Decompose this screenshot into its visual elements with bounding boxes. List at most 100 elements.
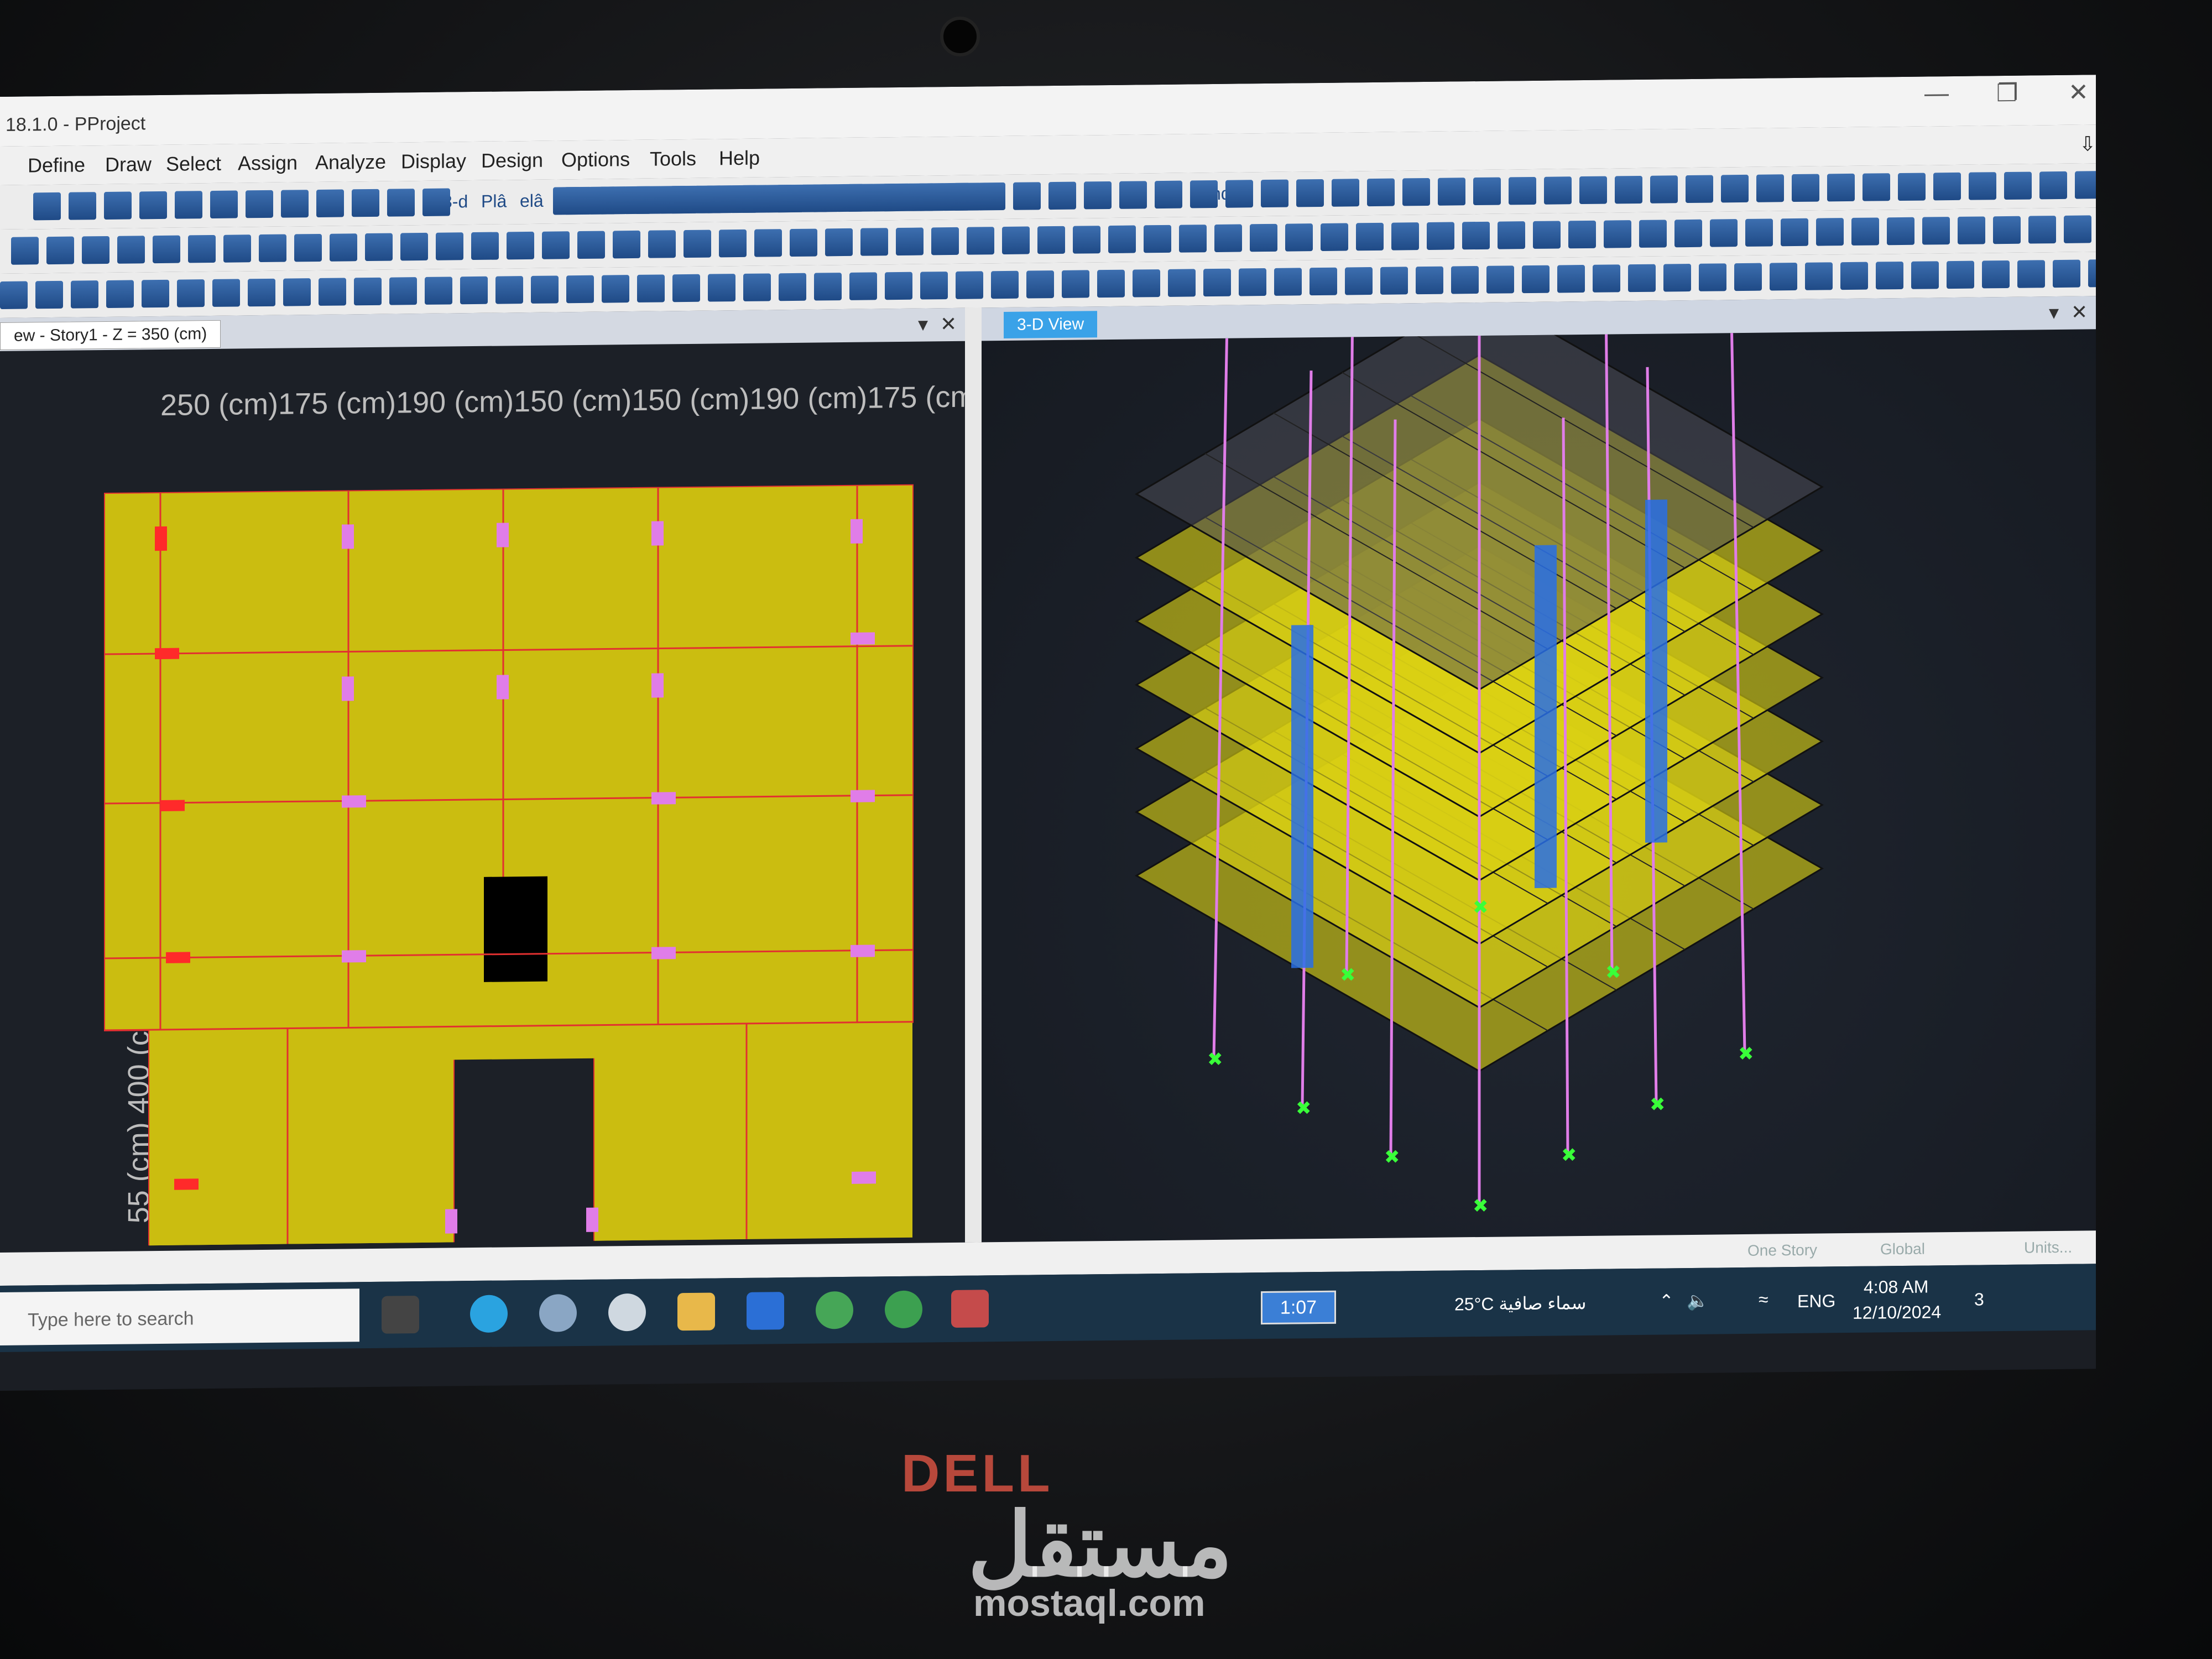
toolbar-tool-icon[interactable] xyxy=(1710,219,1738,247)
toolbar-tool-icon[interactable] xyxy=(1639,220,1667,248)
toolbar-tool-icon[interactable] xyxy=(1274,268,1302,296)
toolbar-tool-icon[interactable] xyxy=(2039,171,2067,200)
toolbar-tool-icon[interactable] xyxy=(1863,173,1890,201)
toolbar-tool-icon[interactable] xyxy=(1225,180,1253,208)
download-icon[interactable]: ⇩ xyxy=(2079,132,2096,155)
toolbar-tool-icon[interactable] xyxy=(1108,225,1136,254)
toolbar-tool-icon[interactable] xyxy=(531,275,559,304)
toolbar-tool-icon[interactable] xyxy=(1133,269,1160,298)
toolbar-tool-icon[interactable] xyxy=(1851,217,1879,246)
toolbar-tool-icon[interactable] xyxy=(246,190,273,218)
menu-analyze[interactable]: Analyze xyxy=(315,150,386,174)
shear-wall[interactable] xyxy=(1291,625,1313,968)
toolbar-tool-icon[interactable] xyxy=(801,184,828,212)
task-view-icon[interactable] xyxy=(382,1296,419,1334)
toolbar-tool-icon[interactable] xyxy=(624,186,651,215)
toolbar-tool-icon[interactable] xyxy=(1084,181,1112,210)
toolbar-tool-icon[interactable] xyxy=(1593,264,1620,293)
toolbar-tool-icon[interactable] xyxy=(471,232,499,260)
toolbar-tool-icon[interactable] xyxy=(577,231,605,259)
tray-chevron-icon[interactable]: ⌃ xyxy=(1659,1290,1674,1311)
toolbar-tool-icon[interactable] xyxy=(672,274,700,302)
shear-wall[interactable] xyxy=(1645,499,1667,843)
toolbar-tool-icon[interactable] xyxy=(1310,267,1337,296)
toolbar-tool-icon[interactable] xyxy=(872,183,899,212)
toolbar-tool-icon[interactable] xyxy=(294,233,322,262)
toolbar-tool-icon[interactable] xyxy=(319,278,346,306)
toolbar-tool-icon[interactable] xyxy=(1048,181,1076,210)
toolbar-tool-icon[interactable] xyxy=(1356,222,1384,251)
3d-view-pane[interactable]: 3-D View ▾ ✕ ✖ ✖ ✖ ✖ ✖ ✖ ✖ ✖ ✖ ✖ xyxy=(982,296,2096,1243)
toolbar-tool-icon[interactable] xyxy=(1380,267,1408,295)
elevation-view-button[interactable]: elâ xyxy=(520,191,544,211)
close-pane-icon[interactable]: ✕ xyxy=(940,312,957,336)
toolbar-tool-icon[interactable] xyxy=(354,277,382,306)
toolbar-tool-icon[interactable] xyxy=(400,232,428,261)
toolbar-tool-icon[interactable] xyxy=(1958,216,1985,244)
toolbar-tool-icon[interactable] xyxy=(1402,178,1430,206)
toolbar-tool-icon[interactable] xyxy=(1168,269,1196,297)
toolbar-tool-icon[interactable] xyxy=(1816,218,1844,246)
etabs-icon[interactable] xyxy=(951,1290,989,1328)
toolbar-tool-icon[interactable] xyxy=(1615,175,1642,204)
toolbar-tool-icon[interactable] xyxy=(743,273,771,301)
toolbar-tool-icon[interactable] xyxy=(542,231,570,259)
menu-define[interactable]: Define xyxy=(28,153,85,177)
toolbar-tool-icon[interactable] xyxy=(1827,173,1855,202)
toolbar-tool-icon[interactable] xyxy=(1285,223,1313,252)
menu-options[interactable]: Options xyxy=(561,148,630,171)
toolbar-tool-icon[interactable] xyxy=(825,228,853,257)
toolbar-tool-icon[interactable] xyxy=(389,277,417,305)
toolbar-tool-icon[interactable] xyxy=(248,278,275,307)
toolbar-tool-icon[interactable] xyxy=(648,230,676,258)
toolbar-tool-icon[interactable] xyxy=(1544,176,1572,205)
toolbar-tool-icon[interactable] xyxy=(1663,263,1691,292)
toolbar-tool-icon[interactable] xyxy=(967,227,994,255)
toolbar-tool-icon[interactable] xyxy=(1416,266,1443,295)
toolbar-tool-icon[interactable] xyxy=(460,276,488,305)
toolbar-tool-icon[interactable] xyxy=(637,274,665,302)
toolbar-tool-icon[interactable] xyxy=(210,190,238,219)
toolbar-tool-icon[interactable] xyxy=(106,280,134,308)
floor-plan[interactable] xyxy=(0,341,965,1247)
dropdown-icon[interactable]: ▾ xyxy=(2049,301,2059,324)
toolbar-tool-icon[interactable] xyxy=(1745,218,1773,247)
toolbar-tool-icon[interactable] xyxy=(991,270,1019,299)
toolbar-tool-icon[interactable] xyxy=(1674,219,1702,248)
toolbar-tool-icon[interactable] xyxy=(1734,263,1762,291)
toolbar-tool-icon[interactable] xyxy=(11,237,39,265)
toolbar-tool-icon[interactable] xyxy=(1805,262,1833,290)
toolbar-tool-icon[interactable] xyxy=(0,281,28,309)
toolbar-tool-icon[interactable] xyxy=(836,184,864,212)
toolbar-tool-icon[interactable] xyxy=(352,189,379,217)
toolbar-tool-icon[interactable] xyxy=(1876,261,1903,290)
toolbar-tool-icon[interactable] xyxy=(387,189,415,217)
toolbar-tool-icon[interactable] xyxy=(896,227,924,256)
toolbar-tool-icon[interactable] xyxy=(920,272,948,300)
toolbar-tool-icon[interactable] xyxy=(82,236,109,264)
toolbar-tool-icon[interactable] xyxy=(1296,179,1324,207)
toolbar-tool-icon[interactable] xyxy=(1332,179,1359,207)
toolbar-tool-icon[interactable] xyxy=(1982,260,2010,289)
toolbar-tool-icon[interactable] xyxy=(1887,217,1914,246)
toolbar-tool-icon[interactable] xyxy=(69,192,96,220)
language-indicator[interactable]: ENG xyxy=(1797,1291,1835,1312)
menu-assign[interactable]: Assign xyxy=(238,151,298,175)
toolbar-tool-icon[interactable] xyxy=(1367,178,1395,207)
minimize-icon[interactable]: — xyxy=(1924,80,1949,107)
toolbar-tool-icon[interactable] xyxy=(1699,263,1726,291)
3d-view-tab[interactable]: 3-D View xyxy=(1004,311,1098,338)
close-icon[interactable]: ✕ xyxy=(2068,78,2089,106)
toolbar-tool-icon[interactable] xyxy=(2088,259,2096,288)
toolbar-tool-icon[interactable] xyxy=(35,280,63,309)
toolbar-tool-icon[interactable] xyxy=(1155,180,1182,209)
word-icon[interactable] xyxy=(747,1292,784,1330)
toolbar-tool-icon[interactable] xyxy=(1250,223,1277,252)
toolbar-tool-icon[interactable] xyxy=(1239,268,1266,296)
toolbar-tool-icon[interactable] xyxy=(695,185,722,213)
units-button[interactable]: Units... xyxy=(2024,1239,2072,1257)
toolbar-tool-icon[interactable] xyxy=(1604,220,1631,248)
toolbar-tool-icon[interactable] xyxy=(553,187,581,215)
toolbar-tool-icon[interactable] xyxy=(188,234,216,263)
notification-count[interactable]: 3 xyxy=(1974,1289,1984,1310)
